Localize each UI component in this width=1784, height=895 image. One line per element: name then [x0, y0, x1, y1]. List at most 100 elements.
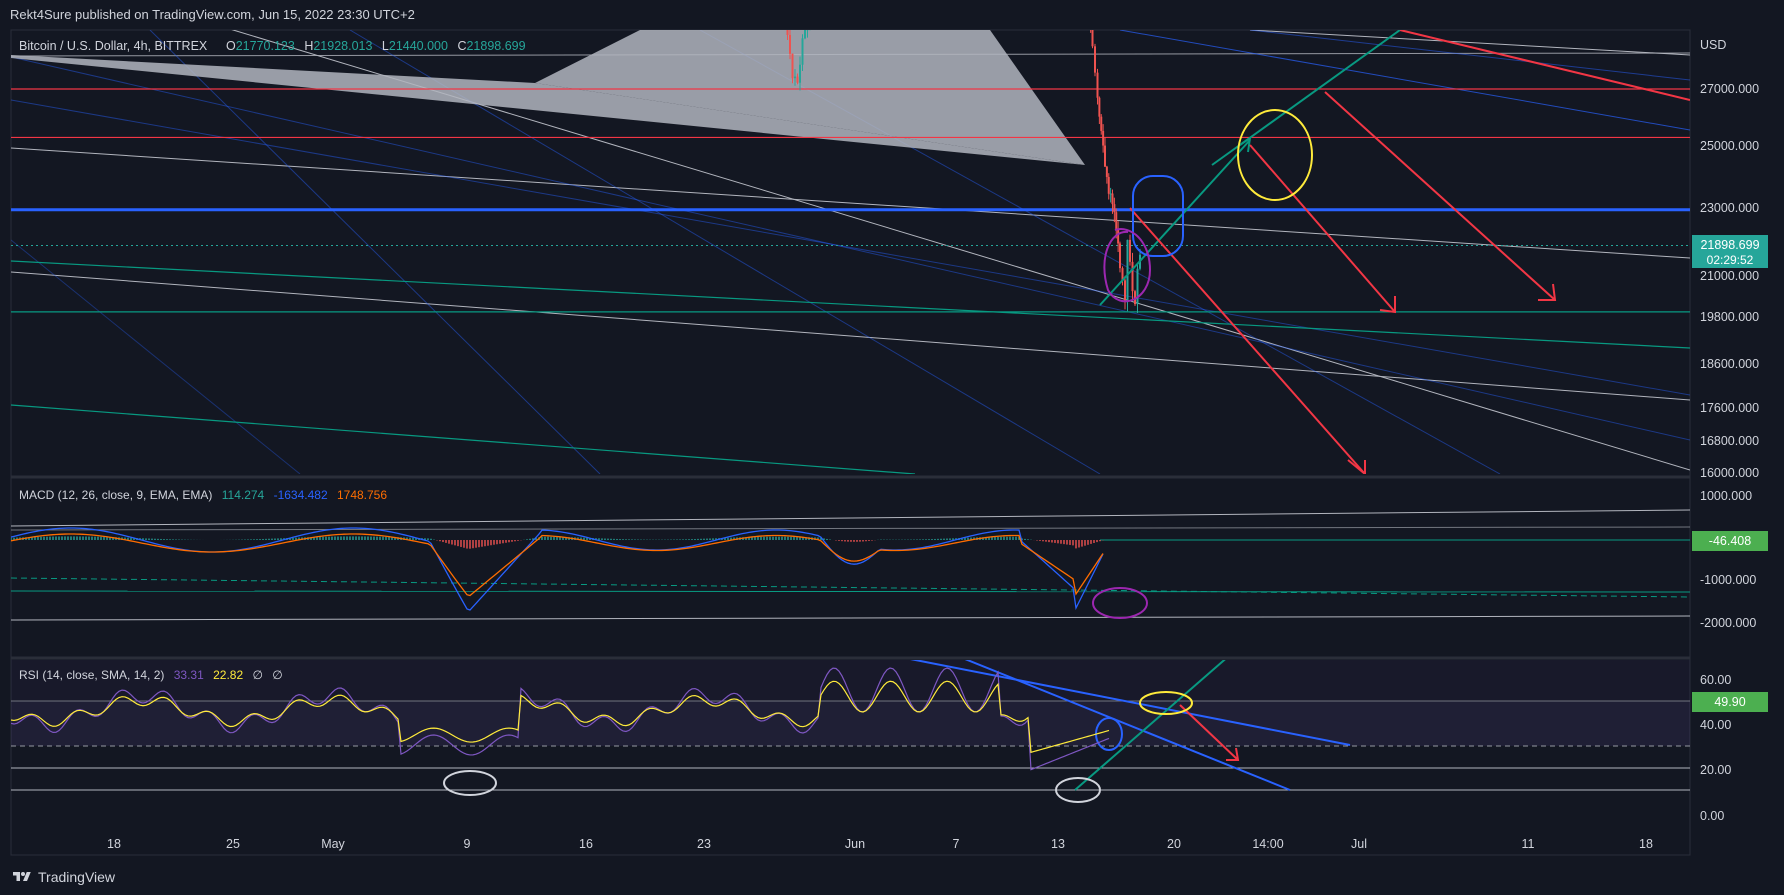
- candle-body: [629, 0, 631, 6]
- candle-body: [599, 0, 601, 1]
- time-tick-label: 13: [1051, 837, 1065, 851]
- candle-body: [837, 2, 839, 4]
- candle-body: [647, 0, 649, 2]
- blue-rect-annotation[interactable]: [1132, 175, 1184, 257]
- time-axis[interactable]: 18 25 May 9 16 23 Jun 7 13 20 14:00 Jul 11 18: [107, 837, 1653, 851]
- rsi-legend-text: RSI (14, close, SMA, 14, 2) 33.31 22.82 …: [19, 668, 283, 682]
- time-tick-label: 16: [579, 837, 593, 851]
- red-arrow-2[interactable]: [1249, 144, 1396, 313]
- macd-line-value: -1634.482: [274, 488, 328, 502]
- macd-purple-annotation[interactable]: [1092, 587, 1148, 619]
- macd-trendline-3[interactable]: [11, 526, 1690, 531]
- candle-body: [772, 0, 774, 1]
- red-arrow-1[interactable]: [1129, 207, 1366, 474]
- time-tick-label: 14:00: [1252, 837, 1283, 851]
- macd-tick-label: -2000.000: [1700, 616, 1756, 630]
- candle-body: [584, 4, 586, 8]
- candle-body: [987, 3, 989, 6]
- macd-drawings: [11, 509, 1690, 621]
- ohlc-low-label: L: [382, 39, 389, 53]
- rsi-empty-2: ∅: [272, 668, 282, 682]
- fan-line-7[interactable]: [1249, 30, 1690, 81]
- trendline-white-3[interactable]: [11, 271, 1690, 401]
- candle-body: [534, 16, 536, 20]
- time-tick-label: Jun: [845, 837, 865, 851]
- candle-body: [819, 8, 821, 10]
- trendline-white-5[interactable]: [1249, 30, 1690, 56]
- candle-body: [929, 0, 931, 1]
- trendline-white-2[interactable]: [11, 147, 1690, 259]
- fan-line-2[interactable]: [11, 99, 1690, 396]
- macd-legend-text: MACD (12, 26, close, 9, EMA, EMA) 114.27…: [19, 488, 387, 502]
- rsi-value: 33.31: [174, 668, 204, 682]
- main-legend[interactable]: Bitcoin / U.S. Dollar, 4h, BITTREX O2177…: [19, 39, 526, 53]
- candle-body: [994, 4, 996, 6]
- price-tick-label: 25000.000: [1700, 139, 1759, 153]
- candle-body: [796, 76, 799, 83]
- candle-body: [582, 4, 584, 7]
- candle-body: [527, 19, 529, 21]
- candle-body: [867, 3, 869, 5]
- red-arrow-1-head: [1347, 459, 1366, 474]
- candle-body: [1086, 6, 1088, 7]
- macd-title: MACD (12, 26, close, 9, EMA, EMA): [19, 488, 212, 502]
- macd-legend[interactable]: MACD (12, 26, close, 9, EMA, EMA) 114.27…: [19, 488, 387, 502]
- candle-body: [839, 0, 841, 4]
- currency-label: USD: [1700, 38, 1726, 52]
- price-tick-label: 27000.000: [1700, 82, 1759, 96]
- candle-body: [794, 76, 796, 79]
- candle-body: [864, 0, 866, 3]
- candle-body: [1126, 239, 1129, 303]
- candle-body: [604, 0, 606, 7]
- candle-body: [592, 5, 594, 6]
- candle-body: [1111, 193, 1114, 205]
- candle-body: [619, 3, 621, 4]
- candle-body: [1129, 239, 1131, 262]
- candle-body: [919, 10, 921, 13]
- candle-body: [786, 30, 789, 35]
- time-tick-label: 18: [107, 837, 121, 851]
- candle-body: [777, 2, 779, 4]
- macd-trendline-2[interactable]: [11, 615, 1690, 621]
- candle-body: [809, 23, 811, 29]
- candle-body: [882, 5, 884, 7]
- macd-teal-dashed[interactable]: [11, 577, 1690, 598]
- candle-body: [579, 4, 581, 7]
- trading-chart[interactable]: Bitcoin / U.S. Dollar, 4h, BITTREX O2177…: [0, 0, 1784, 895]
- rsi-trendline-top[interactable]: [900, 648, 1690, 657]
- rsi-legend[interactable]: RSI (14, close, SMA, 14, 2) 33.31 22.82 …: [19, 668, 283, 682]
- macd-hist-value: 114.274: [222, 488, 265, 502]
- ohlc-low: 21440.000: [389, 39, 448, 53]
- candle-body: [822, 7, 824, 8]
- footer-brand[interactable]: TradingView: [10, 866, 115, 888]
- candle-body: [622, 4, 624, 7]
- teal-trendline-1[interactable]: [11, 260, 1690, 349]
- candle-body: [519, 20, 521, 21]
- candle-body: [1002, 3, 1004, 12]
- candle-body: [1113, 204, 1116, 213]
- rsi-empty-1: ∅: [252, 668, 262, 682]
- rsi-title: RSI (14, close, SMA, 14, 2): [19, 668, 164, 682]
- candle-body: [1096, 72, 1099, 98]
- candle-body: [992, 4, 994, 6]
- teal-trendline-2[interactable]: [11, 404, 916, 474]
- time-tick-label: Jul: [1351, 837, 1367, 851]
- rsi-white-annotation-1[interactable]: [443, 770, 497, 796]
- time-tick-label: 23: [697, 837, 711, 851]
- rsi-band: [11, 701, 1690, 746]
- red-arrow-3[interactable]: [1324, 91, 1556, 301]
- time-tick-label: 20: [1167, 837, 1181, 851]
- macd-teal-level[interactable]: [11, 590, 1690, 593]
- candle-body: [614, 0, 616, 5]
- candle-body: [624, 6, 626, 7]
- macd-tick-label: -1000.000: [1700, 573, 1756, 587]
- candle-body: [877, 4, 879, 5]
- candle-body: [557, 12, 559, 17]
- fan-line-8[interactable]: [11, 239, 301, 474]
- teal-projection-arrow[interactable]: [1099, 139, 1251, 306]
- symbol-title: Bitcoin / U.S. Dollar, 4h, BITTREX: [19, 39, 208, 53]
- yellow-circle-annotation[interactable]: [1237, 109, 1313, 201]
- macd-trendline-1[interactable]: [11, 509, 1690, 527]
- ohlc-high-label: H: [304, 39, 313, 53]
- candle-body: [669, 0, 671, 2]
